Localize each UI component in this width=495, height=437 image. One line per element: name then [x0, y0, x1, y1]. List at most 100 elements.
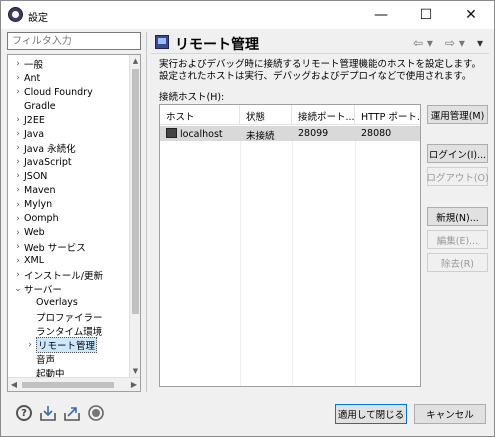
column-divider: [240, 125, 241, 386]
tree-item[interactable]: › XML: [8, 254, 130, 268]
page-description: 実行およびデバッグ時に接続するリモート管理機能のホストを設定します。 設定された…: [159, 59, 489, 83]
remote-management-icon: [155, 35, 169, 49]
tree-item[interactable]: › Java: [8, 127, 130, 141]
cancel-button[interactable]: キャンセル: [414, 404, 486, 424]
tree-item-label: JavaScript: [24, 156, 72, 168]
cell-port: 28099: [298, 128, 329, 139]
apply-and-close-button[interactable]: 適用して閉じる: [335, 404, 407, 424]
tree-item-label: J2EE: [24, 114, 45, 126]
chevron-right-icon[interactable]: ›: [12, 73, 24, 83]
tree-item-label: ランタイム環境: [36, 326, 103, 338]
minimize-button[interactable]: —: [361, 3, 401, 27]
scroll-right-icon[interactable]: ▶: [128, 378, 140, 391]
table-row[interactable]: localhost 未接続 28099 28080: [160, 126, 420, 141]
chevron-down-icon[interactable]: ⌄: [12, 284, 24, 294]
tree-item-label: Overlays: [36, 297, 78, 309]
help-glyph: ?: [16, 405, 32, 421]
login-button[interactable]: ログイン(I)...: [427, 144, 488, 163]
scroll-down-icon[interactable]: ▼: [130, 365, 140, 377]
export-icon[interactable]: [63, 404, 81, 422]
column-header-status[interactable]: 状態: [240, 105, 292, 125]
hscroll-thumb[interactable]: [22, 382, 114, 388]
chevron-right-icon[interactable]: ›: [12, 59, 24, 69]
hosts-table[interactable]: ホスト 状態 接続ポート... HTTP ポート... localhost 未接…: [159, 104, 421, 387]
tree-item[interactable]: › Cloud Foundry: [8, 85, 130, 99]
tree-item-label: インストール/更新: [24, 270, 104, 282]
tree-horizontal-scrollbar[interactable]: ◀ ▶: [8, 377, 140, 391]
remove-button[interactable]: 除去(R): [427, 253, 488, 272]
new-button[interactable]: 新規(N)...: [427, 207, 488, 226]
tree-item[interactable]: › Oomph: [8, 212, 130, 226]
scroll-left-icon[interactable]: ◀: [8, 378, 20, 391]
tree-item[interactable]: ランタイム環境: [8, 324, 130, 338]
column-header-http-port[interactable]: HTTP ポート...: [355, 105, 420, 125]
column-divider: [355, 125, 356, 386]
tree-item-label: Oomph: [24, 213, 59, 225]
table-header: ホスト 状態 接続ポート... HTTP ポート...: [160, 105, 420, 125]
tree-item[interactable]: › J2EE: [8, 113, 130, 127]
tree-item[interactable]: › JSON: [8, 169, 130, 183]
tree-item-label: Cloud Foundry: [24, 86, 93, 98]
tree-item[interactable]: › Web サービス: [8, 240, 130, 254]
forward-nav-button[interactable]: ⇨ ▾: [445, 36, 465, 50]
chevron-right-icon[interactable]: ›: [12, 115, 24, 125]
chevron-right-icon[interactable]: ›: [12, 87, 24, 97]
tree-item[interactable]: › Maven: [8, 183, 130, 197]
tree-item[interactable]: プロファイラー: [8, 310, 130, 324]
tree-item[interactable]: 音声: [8, 352, 130, 366]
scroll-up-icon[interactable]: ▲: [130, 55, 140, 67]
chevron-right-icon[interactable]: ›: [24, 340, 36, 350]
tree-item[interactable]: › インストール/更新: [8, 268, 130, 282]
import-icon[interactable]: [39, 404, 57, 422]
tree-item-label: 音声: [36, 355, 56, 367]
tree-item-label: 一般: [24, 60, 44, 71]
chevron-right-icon[interactable]: ›: [12, 242, 24, 252]
close-button[interactable]: ✕: [451, 3, 491, 27]
apply-admin-button[interactable]: 運用管理(M): [427, 105, 488, 124]
tree-item[interactable]: › 一般: [8, 57, 130, 71]
tree-item[interactable]: › Mylyn: [8, 198, 130, 212]
chevron-right-icon[interactable]: ›: [12, 270, 24, 280]
logout-button[interactable]: ログアウト(O): [426, 167, 489, 186]
tree-item[interactable]: ⌄ サーバー: [8, 282, 130, 296]
filter-input[interactable]: [7, 32, 141, 50]
chevron-right-icon[interactable]: ›: [12, 214, 24, 224]
tree-vertical-scrollbar[interactable]: ▲ ▼: [129, 55, 140, 377]
tree-item[interactable]: › Java 永続化: [8, 141, 130, 155]
maximize-button[interactable]: ☐: [406, 3, 446, 27]
cell-status: 未接続: [246, 131, 275, 141]
help-icon[interactable]: ?: [15, 404, 33, 422]
tree-item-label: JSON: [24, 170, 48, 182]
view-menu-button[interactable]: ▾: [477, 36, 483, 50]
back-nav-button[interactable]: ⇦ ▾: [413, 36, 433, 50]
record-icon[interactable]: [87, 404, 105, 422]
page-header: リモート管理 ⇦ ▾ ⇨ ▾ ▾: [151, 32, 489, 54]
preference-tree: › 一般 › Ant › Cloud Foundry Gradle › J2EE › Java › Ja…: [7, 54, 141, 392]
scroll-thumb[interactable]: [132, 69, 139, 314]
tree-item-label: リモート管理: [36, 337, 98, 353]
tree-item-label: サーバー: [24, 284, 62, 296]
tree-item-label: Java: [24, 128, 45, 140]
bottom-toolbar: ?: [15, 404, 105, 422]
edit-button[interactable]: 編集(E)...: [427, 230, 488, 249]
tree-item-label: プロファイラー: [36, 312, 103, 324]
chevron-right-icon[interactable]: ›: [12, 185, 24, 195]
chevron-right-icon[interactable]: ›: [12, 228, 24, 238]
tree-item[interactable]: Overlays: [8, 296, 130, 310]
chevron-right-icon[interactable]: ›: [12, 200, 24, 210]
column-header-port[interactable]: 接続ポート...: [292, 105, 355, 125]
column-header-host[interactable]: ホスト: [160, 105, 240, 125]
page-title: リモート管理: [175, 37, 259, 53]
tree-item-label: Web サービス: [24, 242, 86, 254]
tree-item[interactable]: Gradle: [8, 99, 130, 113]
chevron-right-icon[interactable]: ›: [12, 143, 24, 153]
chevron-right-icon[interactable]: ›: [12, 157, 24, 167]
chevron-right-icon[interactable]: ›: [12, 129, 24, 139]
chevron-right-icon[interactable]: ›: [12, 256, 24, 266]
tree-item[interactable]: › Ant: [8, 71, 130, 85]
tree-item[interactable]: › JavaScript: [8, 155, 130, 169]
pane-divider[interactable]: [146, 32, 147, 392]
tree-item[interactable]: › リモート管理: [8, 337, 130, 353]
chevron-right-icon[interactable]: ›: [12, 171, 24, 181]
tree-item[interactable]: › Web: [8, 226, 130, 240]
